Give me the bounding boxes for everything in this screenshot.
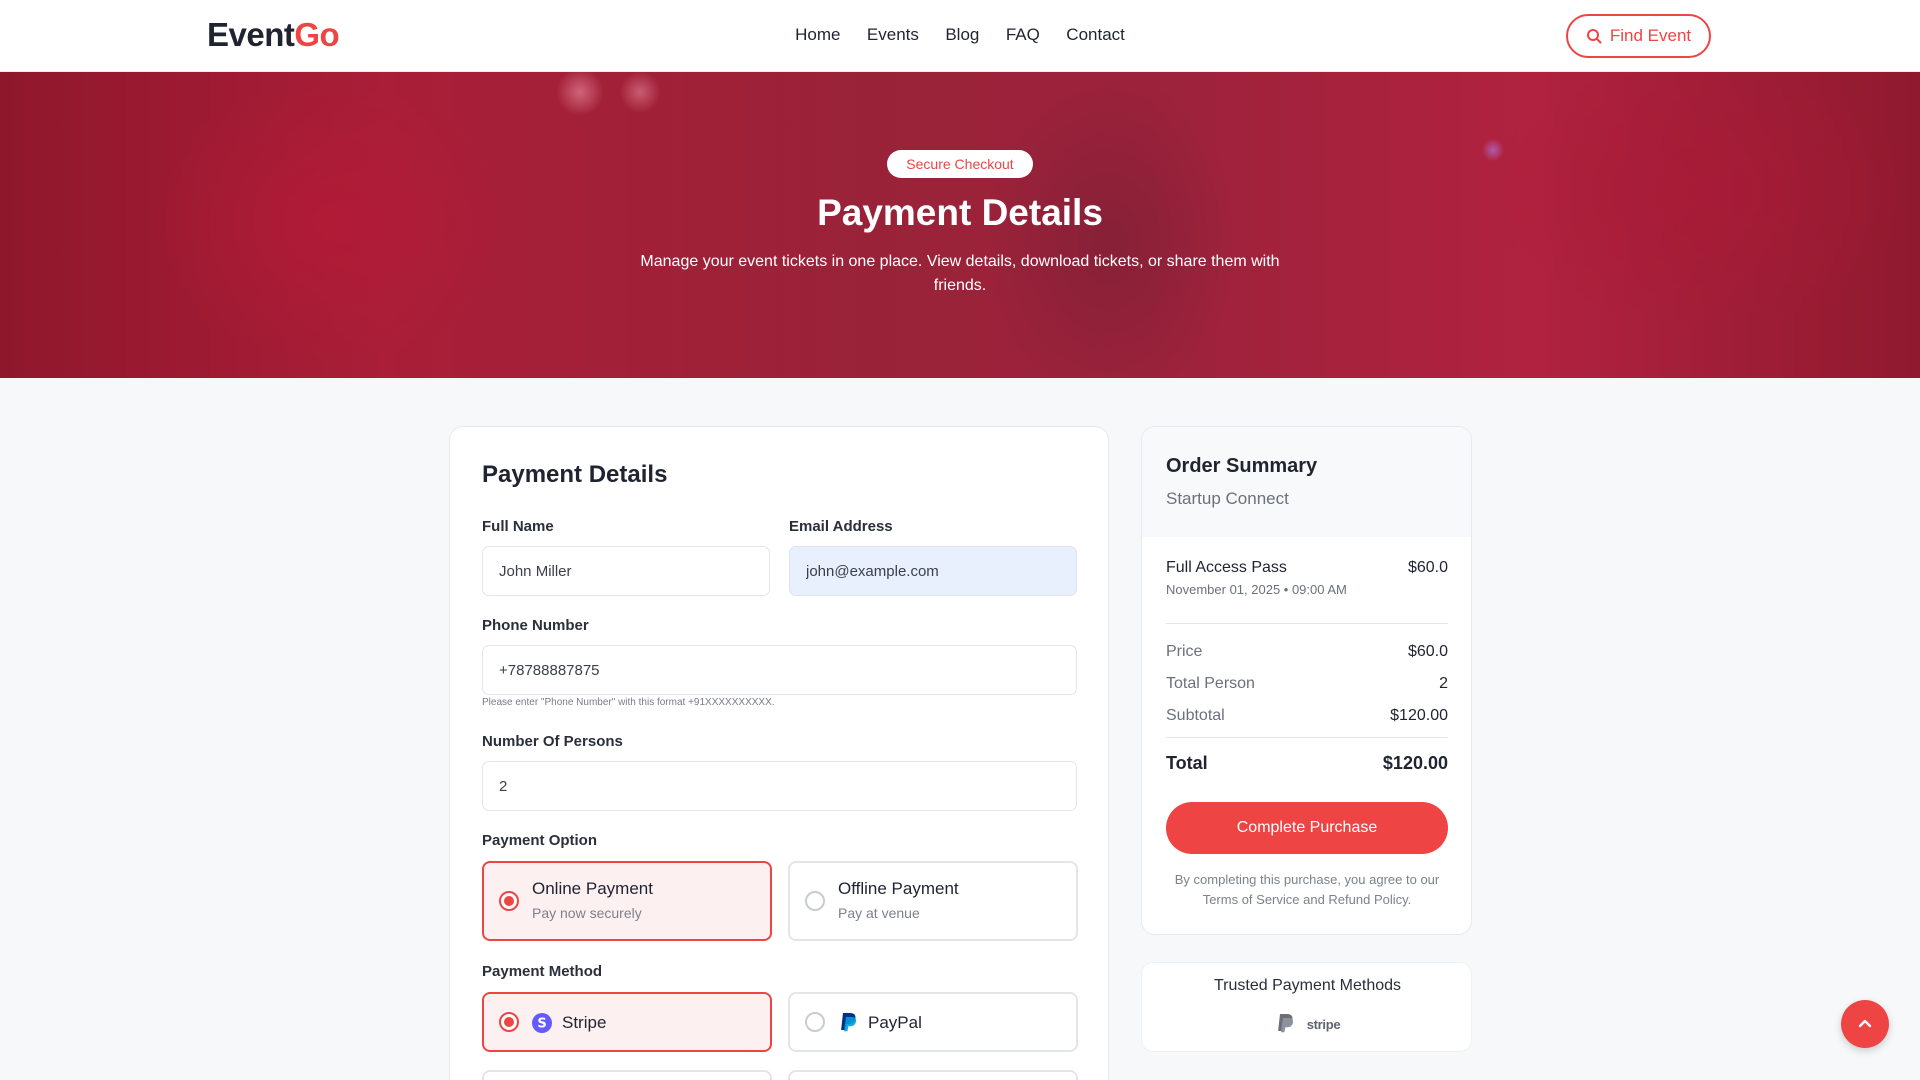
form-title: Payment Details [482, 461, 668, 488]
nav-faq[interactable]: FAQ [1006, 25, 1040, 45]
payment-method-label: Payment Method [482, 963, 603, 980]
hero-title: Payment Details [817, 192, 1103, 233]
find-event-button[interactable]: Find Event [1566, 14, 1711, 58]
search-icon [1586, 29, 1602, 44]
summary-divider [1166, 737, 1448, 738]
price-label: Price [1166, 643, 1203, 660]
online-payment-subtitle: Pay now securely [532, 905, 642, 921]
total-person-row: Total Person 2 [1166, 675, 1448, 693]
more-method-option[interactable] [788, 1070, 1078, 1080]
paypal-icon [841, 1013, 857, 1032]
stripe-icon: S [532, 1013, 552, 1033]
secure-checkout-badge: Secure Checkout [887, 150, 1033, 178]
more-method-option[interactable] [482, 1070, 772, 1080]
price-value: $60.0 [1407, 643, 1448, 660]
price-row: Price $60.0 [1166, 643, 1448, 661]
offline-payment-subtitle: Pay at venue [838, 905, 920, 921]
paypal-method-option[interactable]: PayPal [788, 992, 1078, 1052]
ticket-name: Full Access Pass [1166, 559, 1287, 576]
subtotal-label: Subtotal [1166, 707, 1225, 724]
total-label: Total [1166, 753, 1208, 773]
order-summary-title: Order Summary [1166, 455, 1318, 477]
back-to-top-button[interactable] [1841, 1000, 1889, 1048]
nav-contact[interactable]: Contact [1066, 25, 1125, 45]
email-input[interactable] [789, 546, 1077, 596]
payment-option-label: Payment Option [482, 832, 598, 849]
event-name: Startup Connect [1166, 489, 1289, 508]
trusted-methods-card: Trusted Payment Methods stripe [1141, 962, 1472, 1052]
ticket-datetime: November 01, 2025 • 09:00 AM [1166, 582, 1347, 597]
online-payment-title: Online Payment [532, 879, 653, 898]
subtotal-value: $120.00 [1390, 707, 1448, 724]
offline-payment-radio[interactable] [805, 891, 825, 911]
site-header: EventGo Home Events Blog FAQ Contact Fin… [0, 0, 1920, 72]
full-name-input[interactable] [482, 546, 770, 596]
full-name-label: Full Name [482, 518, 554, 535]
persons-label: Number Of Persons [482, 733, 623, 750]
stripe-method-option[interactable]: S Stripe [482, 992, 772, 1052]
persons-input[interactable] [482, 761, 1077, 811]
paypal-icon [1277, 1014, 1293, 1033]
payment-form-card: Payment Details Full Name Email Address … [449, 426, 1109, 1080]
chevron-up-icon [1858, 1019, 1872, 1028]
trusted-methods-icons: stripe [1142, 1013, 1473, 1035]
summary-divider [1166, 623, 1448, 624]
hero-subtitle: Manage your event tickets in one place. … [640, 253, 1280, 294]
paypal-radio[interactable] [805, 1012, 825, 1032]
total-person-value: 2 [1439, 675, 1448, 692]
offline-payment-title: Offline Payment [838, 879, 959, 898]
find-event-label: Find Event [1609, 26, 1692, 45]
total-row: Total $120.00 [1166, 753, 1448, 774]
order-summary-card: Order Summary Startup Connect Full Acces… [1141, 426, 1472, 935]
paypal-label: PayPal [868, 1013, 922, 1032]
online-payment-radio[interactable] [499, 891, 519, 911]
email-label: Email Address [789, 518, 893, 535]
stripe-label: Stripe [562, 1013, 607, 1032]
online-payment-option[interactable]: Online Payment Pay now securely [482, 861, 772, 941]
phone-input[interactable] [482, 645, 1077, 695]
nav-blog[interactable]: Blog [945, 25, 979, 45]
phone-hint: Please enter "Phone Number" with this fo… [482, 697, 775, 708]
ticket-price: $60.0 [1407, 559, 1448, 576]
complete-purchase-button[interactable]: Complete Purchase [1166, 802, 1448, 854]
ticket-row: Full Access Pass $60.0 [1166, 559, 1448, 577]
terms-text: By completing this purchase, you agree t… [1174, 872, 1440, 907]
stripe-radio[interactable] [499, 1012, 519, 1032]
nav-home[interactable]: Home [795, 25, 840, 45]
phone-label: Phone Number [482, 617, 589, 634]
hero-banner: Secure Checkout Payment Details Manage y… [0, 72, 1920, 378]
order-summary-header: Order Summary Startup Connect [1142, 427, 1471, 537]
total-value: $120.00 [1382, 753, 1448, 773]
stripe-icon: stripe [1306, 1016, 1341, 1032]
nav-events[interactable]: Events [867, 25, 919, 45]
total-person-label: Total Person [1166, 675, 1255, 692]
trusted-methods-title: Trusted Payment Methods [1213, 977, 1402, 994]
svg-text:S: S [537, 1017, 546, 1032]
subtotal-row: Subtotal $120.00 [1166, 707, 1448, 725]
offline-payment-option[interactable]: Offline Payment Pay at venue [788, 861, 1078, 941]
